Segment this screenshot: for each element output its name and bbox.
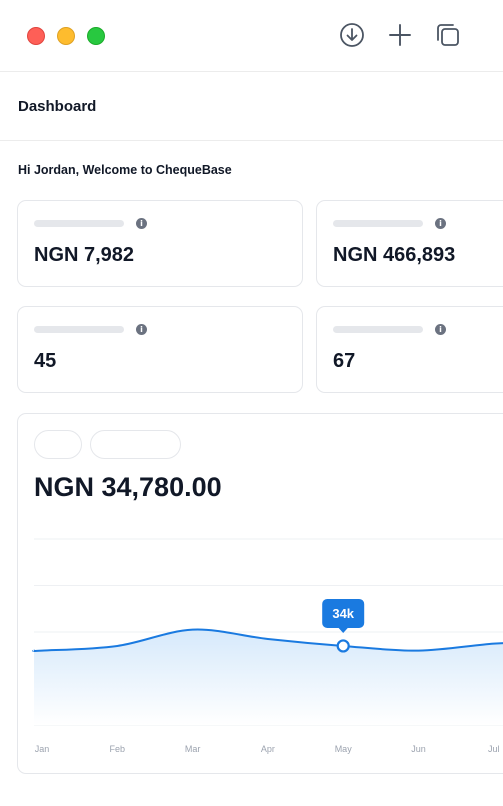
info-icon[interactable]: i: [435, 324, 446, 335]
data-point[interactable]: [111, 640, 123, 652]
download-icon[interactable]: [339, 22, 365, 48]
info-icon[interactable]: i: [136, 324, 147, 335]
filter-pill[interactable]: [34, 430, 82, 459]
stat-value: NGN 466,893: [333, 244, 456, 266]
stat-label-placeholder: [34, 326, 124, 333]
stat-card[interactable]: i 45: [17, 306, 303, 393]
highlighted-point[interactable]: [336, 639, 350, 653]
stat-label-placeholder: [34, 220, 124, 227]
revenue-chart-card: NGN 34,780.00 Jan Feb Mar Apr May Jun Jul 34k: [17, 413, 503, 774]
stat-label-placeholder: [333, 326, 423, 333]
copy-icon[interactable]: [435, 22, 461, 48]
tooltip-label: 34k: [332, 606, 354, 621]
minimize-window-button[interactable]: [57, 27, 75, 45]
stat-label-placeholder: [333, 220, 423, 227]
x-tick-label: Feb: [110, 744, 126, 754]
x-tick-label: Jul: [488, 744, 500, 754]
chart-total: NGN 34,780.00: [34, 472, 222, 502]
area-chart: Jan Feb Mar Apr May Jun Jul 34k: [32, 538, 503, 754]
x-tick-label: Jun: [411, 744, 426, 754]
data-point[interactable]: [262, 633, 274, 645]
maximize-window-button[interactable]: [87, 27, 105, 45]
stat-value: 67: [333, 350, 356, 372]
data-point[interactable]: [36, 645, 48, 657]
x-tick-label: May: [335, 744, 353, 754]
window-titlebar: [0, 0, 503, 72]
data-point[interactable]: [187, 624, 199, 636]
info-icon[interactable]: i: [136, 218, 147, 229]
data-point[interactable]: [488, 638, 500, 650]
stat-card[interactable]: i NGN 466,893: [316, 200, 503, 287]
x-tick-label: Apr: [261, 744, 275, 754]
welcome-message: Hi Jordan, Welcome to ChequeBase: [18, 163, 232, 177]
data-point[interactable]: [413, 645, 425, 657]
page-title: Dashboard: [18, 98, 97, 115]
x-tick-label: Mar: [185, 744, 201, 754]
tooltip: 34k: [322, 598, 365, 633]
stat-card[interactable]: i 67: [316, 306, 503, 393]
x-tick-label: Jan: [35, 744, 50, 754]
page-header: Dashboard: [0, 72, 503, 141]
close-window-button[interactable]: [27, 27, 45, 45]
filter-pill[interactable]: [90, 430, 181, 459]
info-icon[interactable]: i: [435, 218, 446, 229]
stat-value: 45: [34, 350, 57, 372]
stat-card[interactable]: i NGN 7,982: [17, 200, 303, 287]
plus-icon[interactable]: [387, 22, 413, 48]
stat-value: NGN 7,982: [34, 244, 135, 266]
